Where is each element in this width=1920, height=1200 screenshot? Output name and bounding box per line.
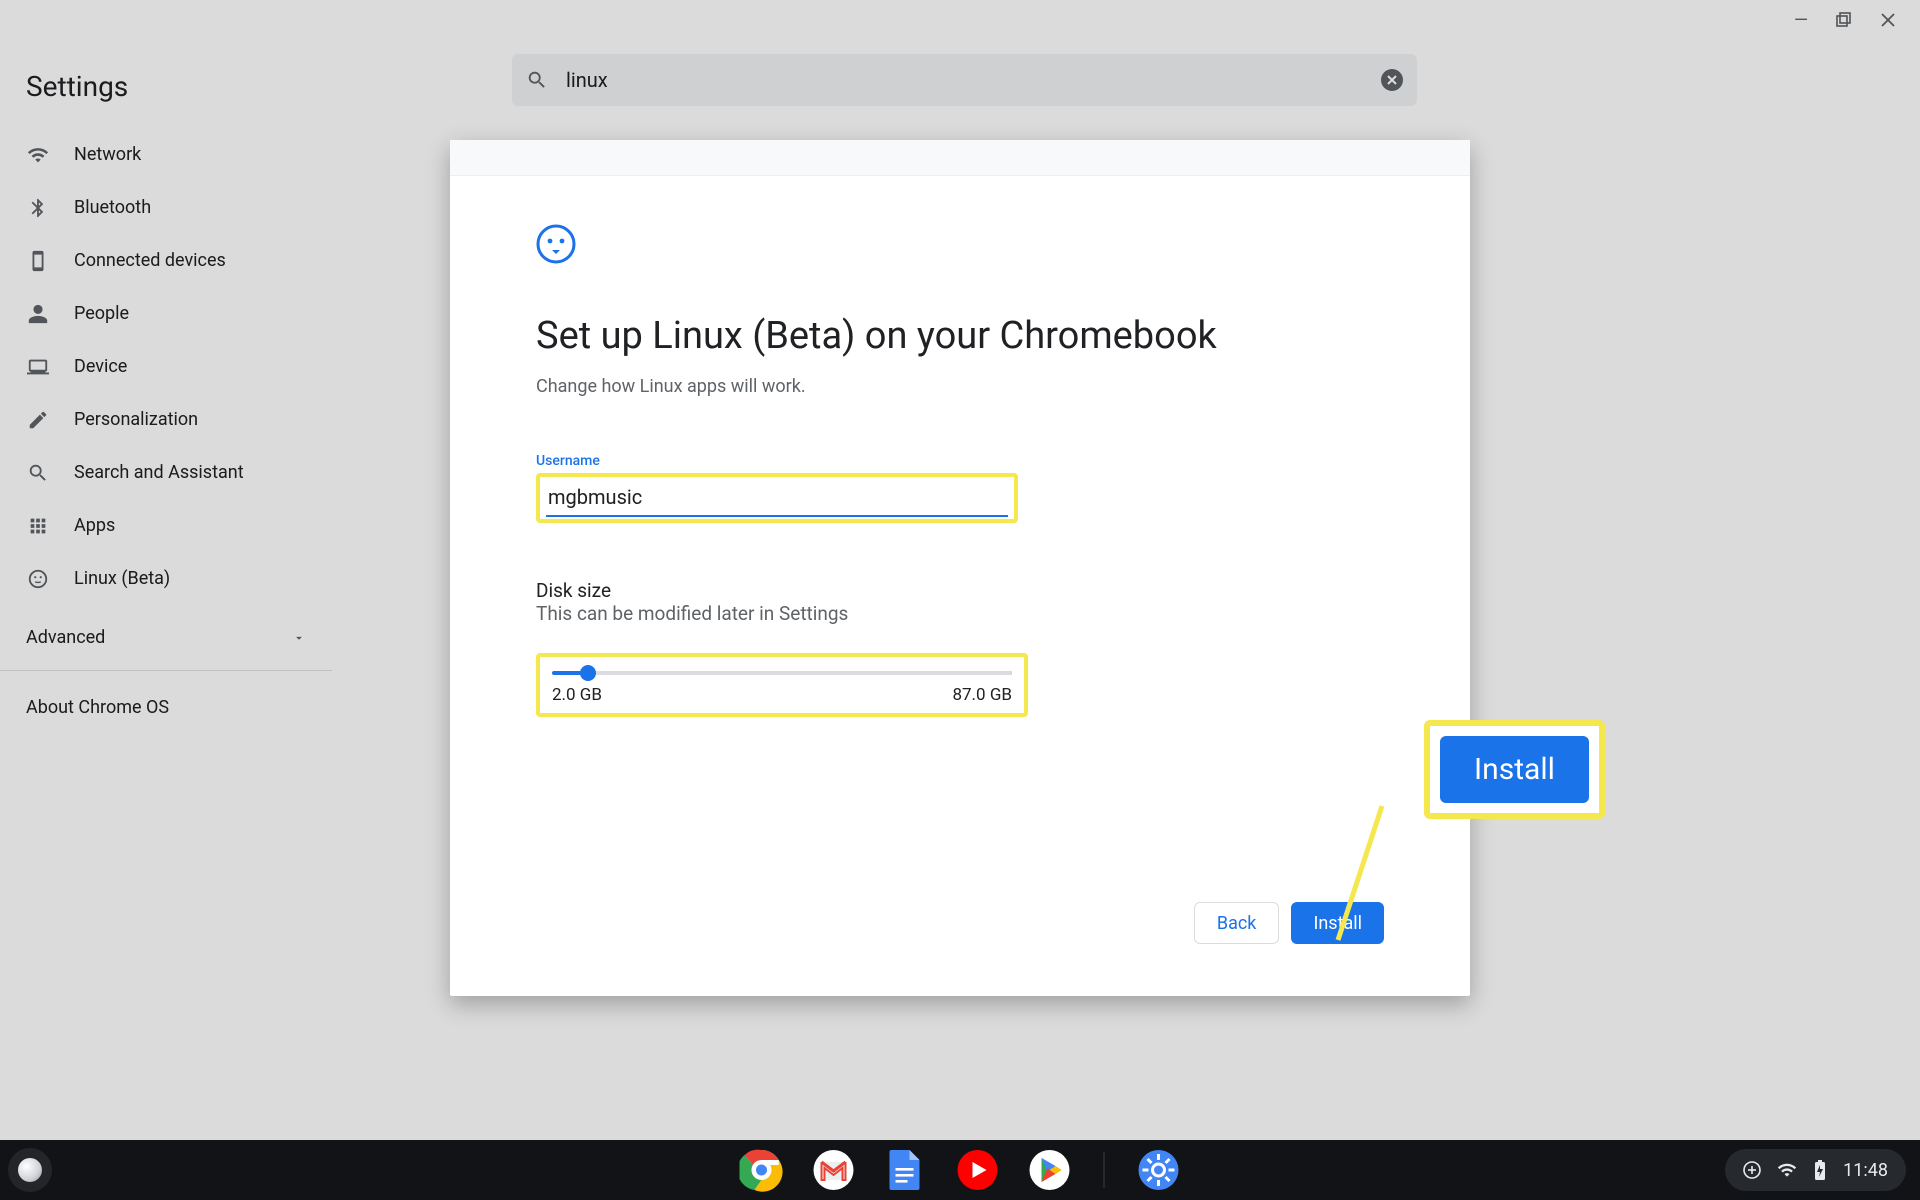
disk-max-label: 87.0 GB — [952, 685, 1012, 705]
sidebar-item-bluetooth[interactable]: Bluetooth — [0, 181, 332, 234]
install-callout: Install — [1424, 720, 1605, 819]
youtube-app-icon[interactable] — [956, 1148, 1000, 1192]
search-input[interactable] — [566, 68, 1381, 92]
slider-thumb[interactable] — [580, 665, 596, 681]
play-store-app-icon[interactable] — [1028, 1148, 1072, 1192]
wifi-tray-icon — [1777, 1160, 1797, 1180]
laptop-icon — [26, 355, 50, 379]
wifi-icon — [26, 143, 50, 167]
search-icon — [26, 461, 50, 485]
search-icon — [526, 69, 548, 91]
advanced-label: Advanced — [26, 627, 105, 648]
sidebar-item-label: Bluetooth — [74, 197, 151, 218]
linux-setup-dialog: Set up Linux (Beta) on your Chromebook C… — [450, 140, 1470, 996]
window-maximize-button[interactable] — [1836, 12, 1852, 28]
install-callout-button: Install — [1440, 736, 1589, 803]
sidebar-item-label: Connected devices — [74, 250, 226, 271]
settings-app-icon[interactable] — [1137, 1148, 1181, 1192]
window-close-button[interactable] — [1880, 12, 1896, 28]
sidebar-advanced-toggle[interactable]: Advanced — [0, 605, 332, 671]
sidebar-item-linux-beta[interactable]: Linux (Beta) — [0, 552, 332, 605]
bluetooth-icon — [26, 196, 50, 220]
dialog-subtitle: Change how Linux apps will work. — [536, 376, 1384, 397]
settings-sidebar: Network Bluetooth Connected devices Peop… — [0, 128, 332, 744]
shelf-divider — [1104, 1152, 1105, 1188]
penguin-icon — [536, 224, 576, 264]
back-button[interactable]: Back — [1194, 902, 1280, 944]
disk-slider-highlight: 2.0 GB 87.0 GB — [536, 653, 1028, 717]
clock: 11:48 — [1843, 1160, 1888, 1181]
clear-search-icon[interactable] — [1381, 69, 1403, 91]
chevron-down-icon — [292, 631, 306, 645]
sidebar-item-label: Search and Assistant — [74, 462, 244, 483]
sidebar-item-label: Network — [74, 144, 141, 165]
window-minimize-button[interactable]: — — [1794, 10, 1808, 31]
dialog-title: Set up Linux (Beta) on your Chromebook — [536, 314, 1384, 358]
sidebar-item-personalization[interactable]: Personalization — [0, 393, 332, 446]
docs-app-icon[interactable] — [884, 1148, 928, 1192]
disk-size-sub: This can be modified later in Settings — [536, 602, 1384, 625]
chrome-app-icon[interactable] — [740, 1148, 784, 1192]
launcher-button[interactable] — [18, 1158, 42, 1182]
person-icon — [26, 302, 50, 326]
install-button[interactable]: Install — [1291, 902, 1384, 944]
system-tray[interactable]: 11:48 — [1725, 1149, 1906, 1191]
sidebar-item-label: People — [74, 303, 129, 324]
pencil-icon — [26, 408, 50, 432]
sidebar-item-network[interactable]: Network — [0, 128, 332, 181]
sidebar-item-device[interactable]: Device — [0, 340, 332, 393]
sidebar-item-label: Linux (Beta) — [74, 568, 170, 589]
sidebar-item-label: Device — [74, 356, 127, 377]
sidebar-item-people[interactable]: People — [0, 287, 332, 340]
settings-search[interactable] — [512, 54, 1417, 106]
sidebar-item-apps[interactable]: Apps — [0, 499, 332, 552]
sidebar-item-search-assistant[interactable]: Search and Assistant — [0, 446, 332, 499]
linux-icon — [26, 567, 50, 591]
disk-min-label: 2.0 GB — [552, 685, 602, 705]
apps-grid-icon — [26, 514, 50, 538]
chromeos-shelf: 11:48 — [0, 1140, 1920, 1200]
dialog-titlebar — [450, 140, 1470, 176]
sidebar-about[interactable]: About Chrome OS — [0, 671, 332, 744]
sidebar-item-label: Personalization — [74, 409, 198, 430]
battery-tray-icon — [1813, 1159, 1827, 1181]
page-title: Settings — [26, 70, 128, 103]
username-label: Username — [536, 453, 1384, 469]
phone-icon — [26, 249, 50, 273]
sidebar-item-label: Apps — [74, 515, 115, 536]
username-input[interactable] — [546, 481, 1008, 517]
gmail-app-icon[interactable] — [812, 1148, 856, 1192]
sidebar-item-connected-devices[interactable]: Connected devices — [0, 234, 332, 287]
disk-size-label: Disk size — [536, 579, 1384, 602]
notification-add-icon[interactable] — [1743, 1161, 1761, 1179]
disk-size-slider[interactable] — [552, 671, 1012, 675]
username-highlight — [536, 473, 1018, 523]
